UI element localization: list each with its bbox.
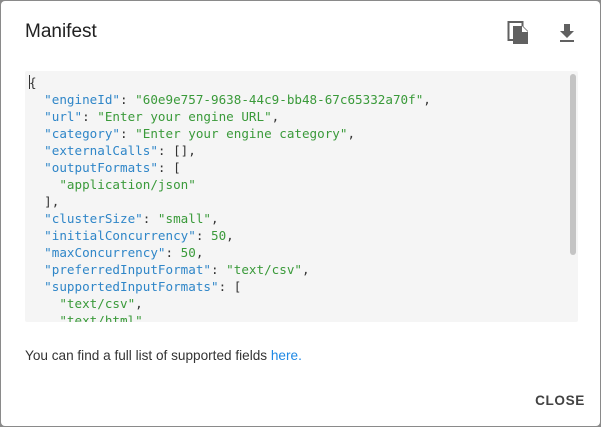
code-line: "engineId": "60e9e757-9638-44c9-bb48-67c… xyxy=(29,91,431,108)
code-token: : xyxy=(82,109,98,124)
code-line: ], xyxy=(29,193,431,210)
code-token: , xyxy=(142,313,151,322)
code-line: "supportedInputFormats": [ xyxy=(29,278,431,295)
code-scrollbar[interactable] xyxy=(568,71,578,322)
code-line: "category": "Enter your engine category"… xyxy=(29,125,431,142)
code-token: , xyxy=(271,109,280,124)
copy-icon xyxy=(507,21,528,44)
code-token: "category" xyxy=(44,126,120,141)
code-token: : xyxy=(142,211,158,226)
code-token: , xyxy=(347,126,356,141)
manifest-code-block[interactable]: { "engineId": "60e9e757-9638-44c9-bb48-6… xyxy=(25,71,578,322)
code-token: "60e9e757-9638-44c9-bb48-67c65332a70f" xyxy=(135,92,424,107)
code-token: : xyxy=(120,126,136,141)
code-token: , xyxy=(423,92,431,107)
code-token: : xyxy=(165,245,181,260)
download-icon xyxy=(560,24,574,42)
code-token: "text/csv" xyxy=(226,262,302,277)
code-token: ], xyxy=(29,194,60,209)
code-token: 50 xyxy=(180,245,196,260)
copy-button[interactable] xyxy=(506,21,530,45)
code-token: "maxConcurrency" xyxy=(44,245,166,260)
code-line: "application/json" xyxy=(29,176,431,193)
code-line: "externalCalls": [], xyxy=(29,142,431,159)
code-line: "preferredInputFormat": "text/csv", xyxy=(29,261,431,278)
code-token: , xyxy=(195,245,204,260)
manifest-dialog: Manifest { "engineId": "60e9e757-9638-44… xyxy=(1,1,600,426)
code-token: { xyxy=(29,75,37,90)
dialog-title: Manifest xyxy=(25,21,97,42)
code-token: : xyxy=(120,92,136,107)
code-token: "Enter your engine category" xyxy=(135,126,348,141)
code-token: "text/html" xyxy=(59,313,143,322)
code-token: "Enter your engine URL" xyxy=(97,109,272,124)
code-token: : [ xyxy=(218,279,242,294)
code-token: : [], xyxy=(157,143,196,158)
code-token: "clusterSize" xyxy=(44,211,143,226)
code-token: 50 xyxy=(211,228,227,243)
code-line: "outputFormats": [ xyxy=(29,159,431,176)
download-button[interactable] xyxy=(555,21,579,45)
code-token: "initialConcurrency" xyxy=(44,228,196,243)
code-token: "small" xyxy=(157,211,211,226)
code-token: "supportedInputFormats" xyxy=(44,279,219,294)
manifest-json-text[interactable]: { "engineId": "60e9e757-9638-44c9-bb48-6… xyxy=(29,74,431,322)
code-token: , xyxy=(211,211,219,226)
code-token: "engineId" xyxy=(44,92,120,107)
code-line: { xyxy=(29,74,431,91)
code-line: "text/html", xyxy=(29,312,431,322)
code-token: "outputFormats" xyxy=(44,160,158,175)
code-line: "url": "Enter your engine URL", xyxy=(29,108,431,125)
code-line: "clusterSize": "small", xyxy=(29,210,431,227)
supported-fields-link[interactable]: here. xyxy=(271,348,302,363)
code-token: : xyxy=(195,228,211,243)
code-token: "application/json" xyxy=(59,177,196,192)
code-line: "maxConcurrency": 50, xyxy=(29,244,431,261)
code-line: "initialConcurrency": 50, xyxy=(29,227,431,244)
code-token: "preferredInputFormat" xyxy=(44,262,211,277)
code-token: , xyxy=(226,228,234,243)
close-button[interactable]: CLOSE xyxy=(529,387,591,413)
code-token: : xyxy=(210,262,227,277)
code-token: "url" xyxy=(44,109,83,124)
code-token: , xyxy=(301,262,310,277)
code-line: "text/csv", xyxy=(29,295,431,312)
code-token: "externalCalls" xyxy=(44,143,158,158)
supported-fields-text: You can find a full list of supported fi… xyxy=(25,348,271,363)
code-token: : [ xyxy=(157,160,181,175)
supported-fields-note: You can find a full list of supported fi… xyxy=(25,347,302,365)
scrollbar-thumb[interactable] xyxy=(570,74,576,255)
code-token: "text/csv" xyxy=(59,296,136,311)
code-token: , xyxy=(135,296,143,311)
